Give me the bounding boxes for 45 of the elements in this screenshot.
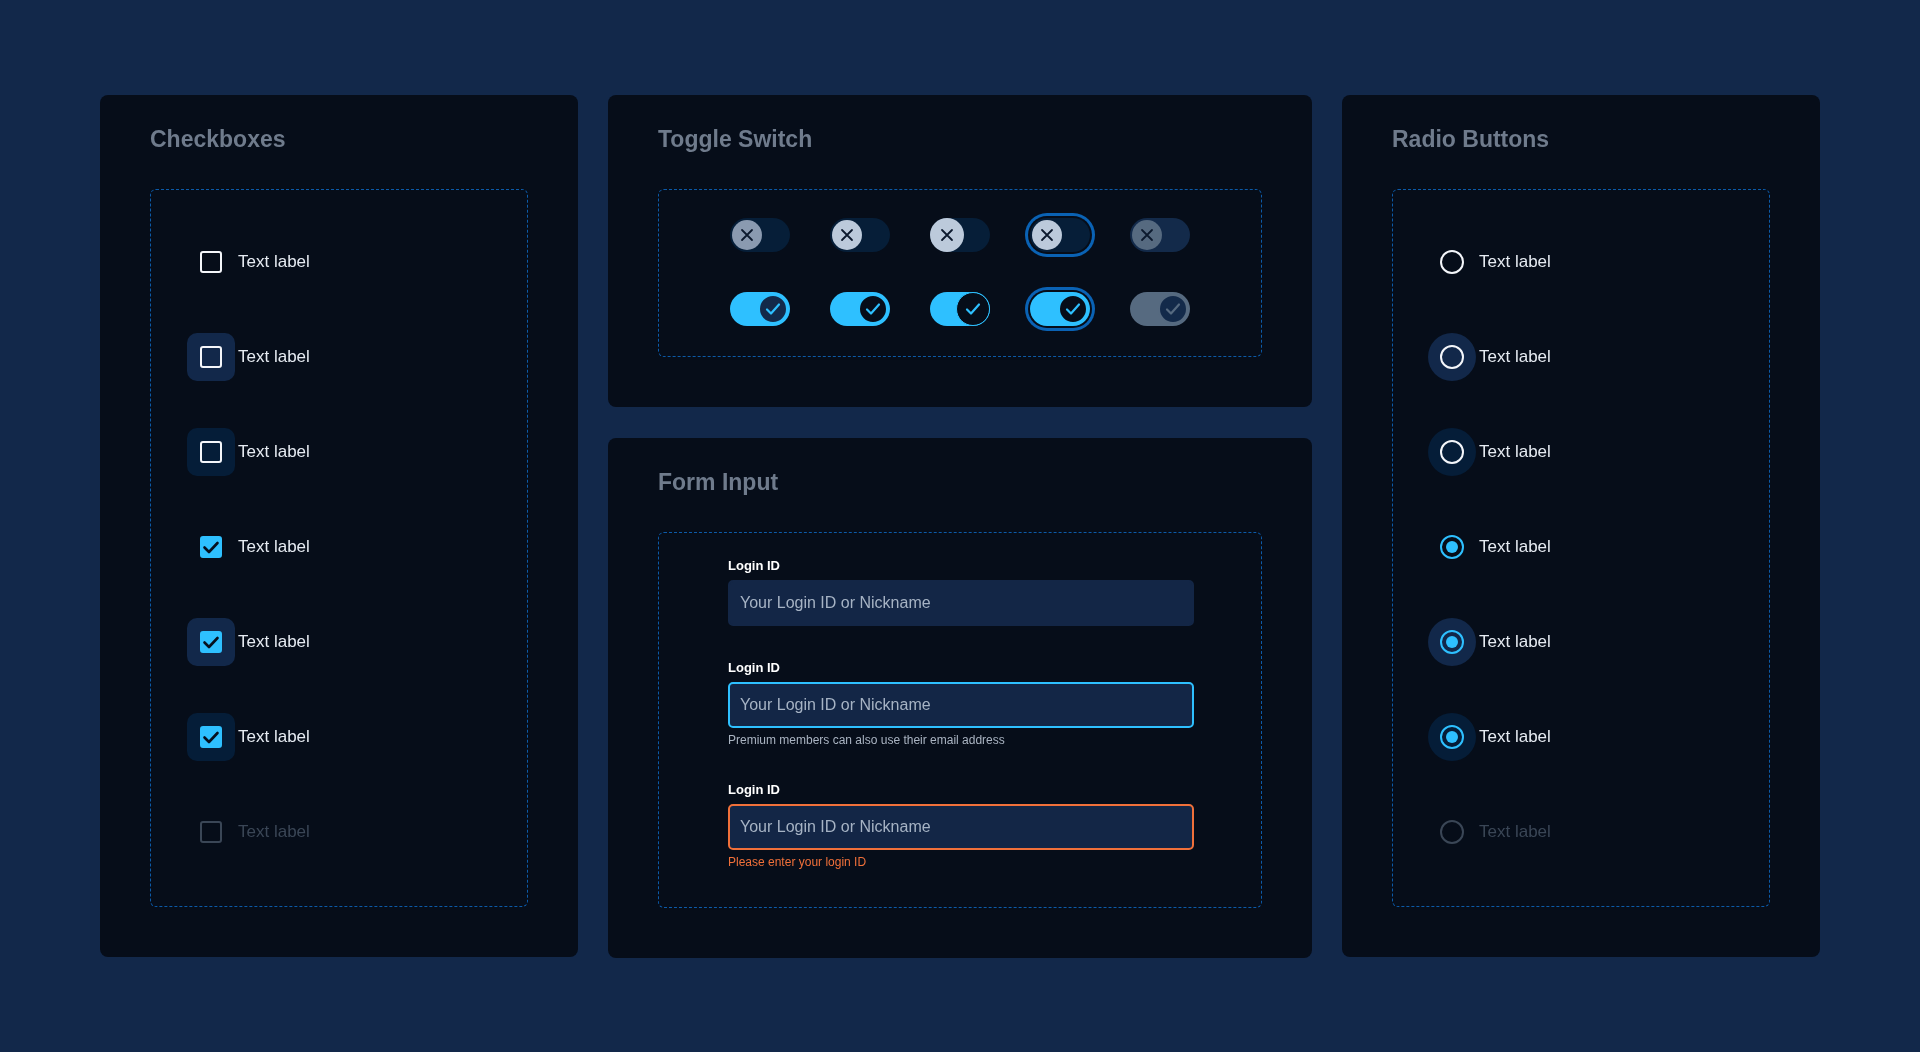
close-icon <box>1139 227 1155 243</box>
checkbox-label: Text label <box>238 822 310 842</box>
close-icon <box>1039 227 1055 243</box>
checkbox-label: Text label <box>238 347 310 367</box>
field-label: Login ID <box>728 660 781 676</box>
toggle-switch[interactable] <box>830 292 890 326</box>
toggle-switch[interactable] <box>930 292 990 326</box>
checkbox-label: Text label <box>238 252 310 272</box>
radio-label: Text label <box>1479 442 1551 462</box>
card-title: Toggle Switch <box>658 125 814 153</box>
card-title: Radio Buttons <box>1392 125 1551 153</box>
checkbox[interactable] <box>200 536 222 558</box>
checkbox[interactable] <box>200 631 222 653</box>
radio-label: Text label <box>1479 727 1551 747</box>
close-icon <box>939 227 955 243</box>
radio-label: Text label <box>1479 632 1551 652</box>
field-label: Login ID <box>728 782 781 798</box>
radio-button[interactable] <box>1440 630 1464 654</box>
toggle-switch[interactable] <box>830 218 890 252</box>
checkbox[interactable] <box>200 821 222 843</box>
input-field[interactable]: Your Login ID or Nickname <box>728 580 1194 626</box>
checkbox-label: Text label <box>238 727 310 747</box>
field-label: Login ID <box>728 558 781 574</box>
close-icon <box>839 227 855 243</box>
radio-label: Text label <box>1479 252 1551 272</box>
checkbox-label: Text label <box>238 442 310 462</box>
input-field[interactable]: Your Login ID or Nickname <box>728 682 1194 728</box>
radio-button[interactable] <box>1440 725 1464 749</box>
toggle-switch[interactable] <box>730 218 790 252</box>
helper-text: Premium members can also use their email address <box>728 733 1006 748</box>
checkbox[interactable] <box>200 726 222 748</box>
radio-label: Text label <box>1479 822 1551 842</box>
radio-label: Text label <box>1479 347 1551 367</box>
radio-button[interactable] <box>1440 820 1464 844</box>
radio-label: Text label <box>1479 537 1551 557</box>
error-message: Please enter your login ID <box>728 855 868 870</box>
toggle-switch[interactable] <box>730 292 790 326</box>
card-title: Form Input <box>658 468 780 496</box>
checkbox-label: Text label <box>238 632 310 652</box>
input-field[interactable]: Your Login ID or Nickname <box>728 804 1194 850</box>
checkbox-label: Text label <box>238 537 310 557</box>
toggle-switch[interactable] <box>930 218 990 252</box>
card-title: Checkboxes <box>150 125 287 153</box>
close-icon <box>739 227 755 243</box>
radio-button[interactable] <box>1440 535 1464 559</box>
